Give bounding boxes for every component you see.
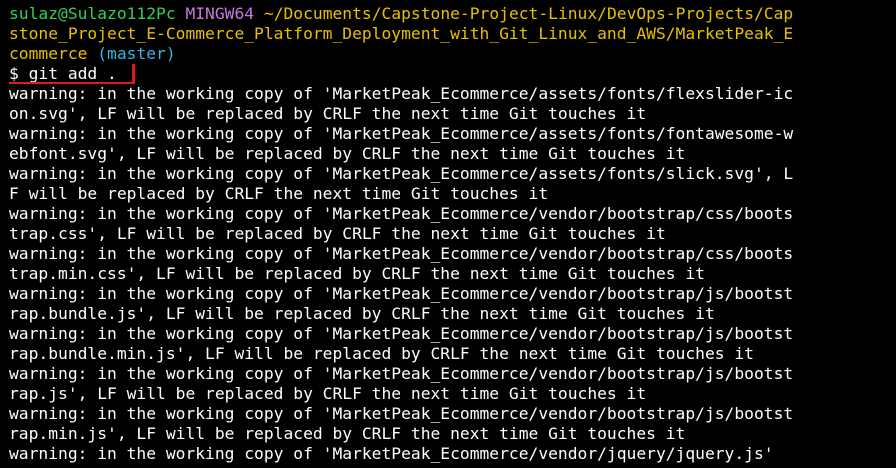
prompt-user-host: sulaz@Sulazo112Pc <box>9 4 176 23</box>
prompt-path-line3: commerce (master) <box>9 44 896 64</box>
terminal-scrollbar[interactable] <box>888 0 896 468</box>
output-line: ebfont.svg', LF will be replaced by CRLF… <box>9 144 686 163</box>
prompt-branch: (master) <box>97 44 176 63</box>
output-line: warning: in the working copy of 'MarketP… <box>9 244 794 263</box>
output-line: warning: in the working copy of 'MarketP… <box>9 164 794 183</box>
output-line: F will be replaced by CRLF the next time… <box>9 184 549 203</box>
output-line: rap.js', LF will be replaced by CRLF the… <box>9 384 647 403</box>
prompt-path-line2: stone_Project_E-Commerce_Platform_Deploy… <box>9 24 896 44</box>
prompt-header-line: sulaz@Sulazo112Pc MINGW64 ~/Documents/Ca… <box>9 4 896 24</box>
prompt-system: MINGW64 <box>185 4 255 23</box>
command-text: $ git add . <box>9 64 117 83</box>
output-line: warning: in the working copy of 'MarketP… <box>9 324 794 343</box>
output-line: warning: in the working copy of 'MarketP… <box>9 204 794 223</box>
output-line: warning: in the working copy of 'MarketP… <box>9 404 794 423</box>
output-line: warning: in the working copy of 'MarketP… <box>9 364 794 383</box>
command-line[interactable]: $ git add . <box>9 64 896 84</box>
prompt-path-part2: stone_Project_E-Commerce_Platform_Deploy… <box>9 24 794 43</box>
output-line: rap.bundle.js', LF will be replaced by C… <box>9 304 715 323</box>
output-line: rap.min.js', LF will be replaced by CRLF… <box>9 424 686 443</box>
output-line: warning: in the working copy of 'MarketP… <box>9 284 794 303</box>
output-line: warning: in the working copy of 'MarketP… <box>9 84 794 103</box>
command-output: warning: in the working copy of 'MarketP… <box>9 84 896 464</box>
output-line: warning: in the working copy of 'MarketP… <box>9 124 794 143</box>
output-line: trap.css', LF will be replaced by CRLF t… <box>9 224 666 243</box>
output-line: on.svg', LF will be replaced by CRLF the… <box>9 104 647 123</box>
terminal-window[interactable]: sulaz@Sulazo112Pc MINGW64 ~/Documents/Ca… <box>0 0 896 468</box>
prompt-path-part3: commerce <box>9 44 88 63</box>
output-line: rap.bundle.min.js', LF will be replaced … <box>9 344 754 363</box>
output-line: trap.min.css', LF will be replaced by CR… <box>9 264 705 283</box>
prompt-path-part1: ~/Documents/Capstone-Project-Linux/DevOp… <box>263 4 794 23</box>
output-line: warning: in the working copy of 'MarketP… <box>9 444 774 463</box>
